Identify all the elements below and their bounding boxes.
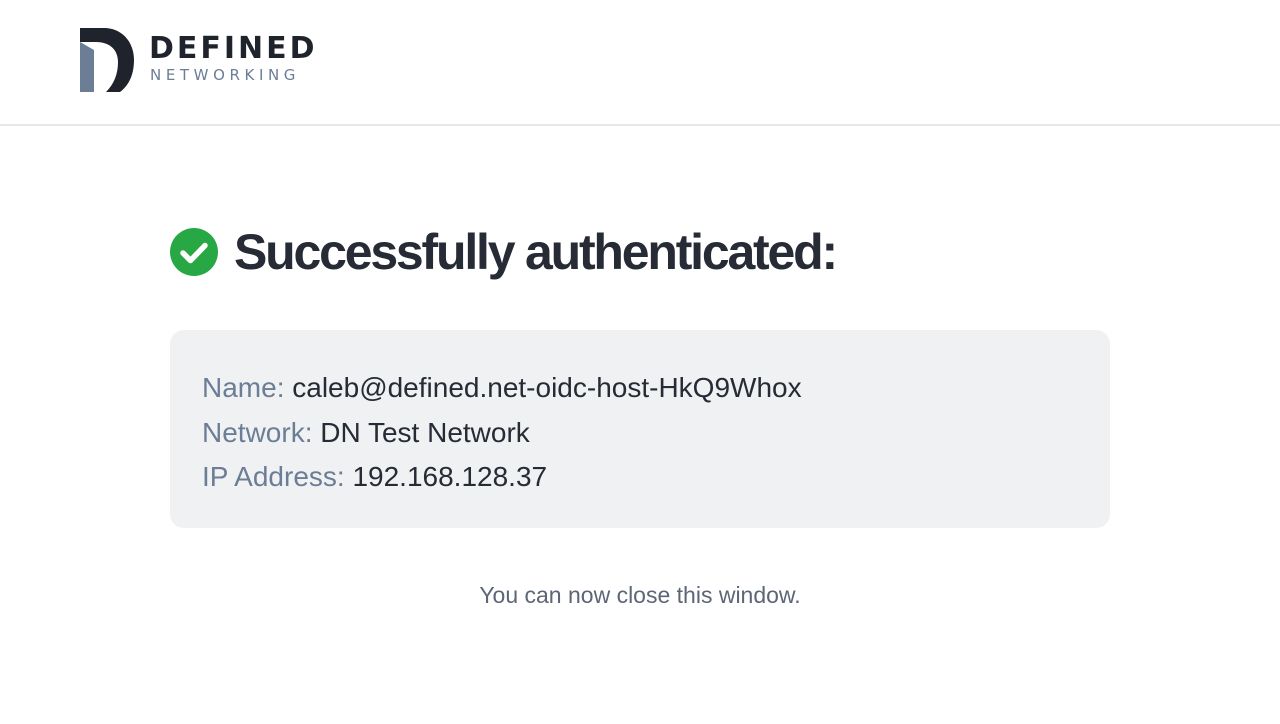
defined-networking-logo: DEFINED NETWORKING [80, 28, 318, 92]
logo-wordmark: DEFINED NETWORKING [149, 28, 318, 84]
close-window-message: You can now close this window. [479, 582, 801, 608]
page-title: Successfully authenticated: [234, 224, 838, 280]
detail-row-ip-address: IP Address: 192.168.128.37 [202, 455, 1110, 500]
auth-status-heading: Successfully authenticated: [170, 222, 838, 282]
detail-row-name: Name: caleb@defined.net-oidc-host-HkQ9Wh… [202, 366, 1110, 411]
logo-primary-text: DEFINED [149, 31, 318, 66]
logo-secondary-text: NETWORKING [150, 66, 301, 84]
detail-label: Name: [202, 372, 285, 403]
check-circle-icon [170, 228, 218, 276]
detail-value: 192.168.128.37 [352, 461, 548, 492]
detail-label: IP Address: [202, 461, 345, 492]
detail-label: Network: [202, 416, 313, 448]
detail-value: DN Test Network [320, 416, 530, 448]
site-header: DEFINED NETWORKING [0, 0, 1280, 126]
logo-mark-icon [80, 28, 134, 92]
detail-value: caleb@defined.net-oidc-host-HkQ9Whox [292, 372, 802, 403]
auth-details-card: Name: caleb@defined.net-oidc-host-HkQ9Wh… [170, 330, 1110, 528]
detail-row-network: Network: DN Test Network [202, 411, 1110, 456]
